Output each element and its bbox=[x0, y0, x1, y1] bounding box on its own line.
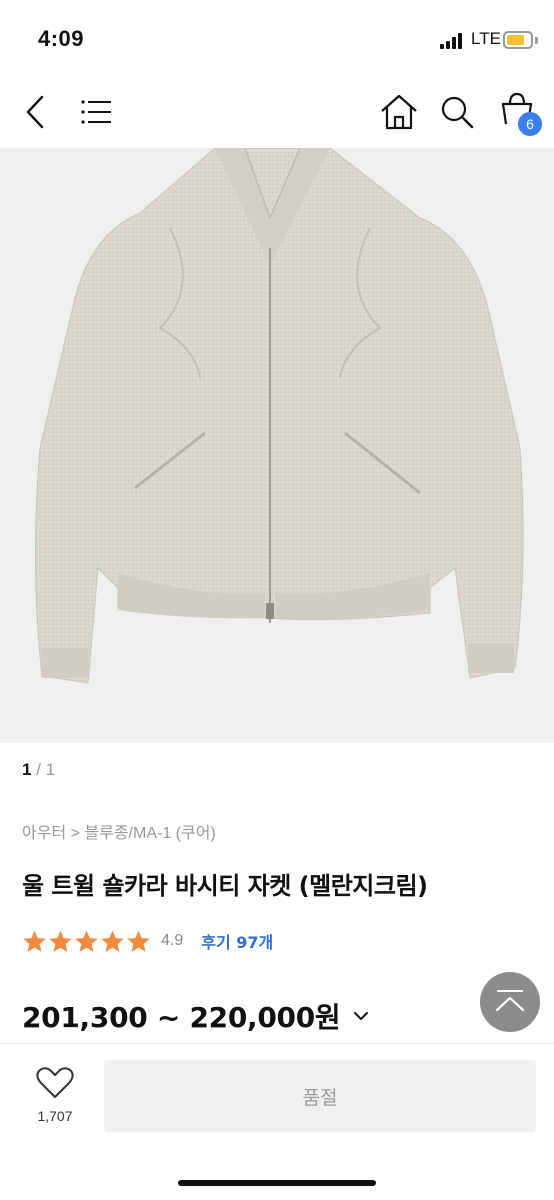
like-count: 1,707 bbox=[37, 1108, 73, 1124]
signal-icon bbox=[440, 33, 464, 49]
home-button[interactable] bbox=[378, 90, 420, 134]
price-range: 201,300 ~ 220,000원 bbox=[22, 1001, 341, 1034]
cart-button[interactable]: 6 bbox=[494, 88, 546, 144]
chevron-left-icon bbox=[26, 95, 44, 129]
home-icon bbox=[381, 94, 417, 130]
star-icon bbox=[23, 930, 46, 952]
chevron-down-icon bbox=[354, 1012, 369, 1020]
network-label: LTE bbox=[471, 29, 501, 48]
arrow-up-icon bbox=[495, 990, 525, 1012]
star-icon bbox=[75, 930, 98, 952]
star-icon bbox=[49, 930, 72, 952]
star-icon bbox=[101, 930, 124, 952]
review-count-link[interactable]: 후기 97개 bbox=[201, 929, 273, 953]
product-title: 울 트윌 숄카라 바시티 자켓 (멜란지크림) bbox=[22, 872, 428, 900]
like-button[interactable]: 1,707 bbox=[20, 1062, 90, 1136]
cart-count-badge: 6 bbox=[518, 112, 542, 136]
bottom-bar-divider bbox=[0, 1043, 554, 1044]
pager-total: / 1 bbox=[31, 760, 56, 779]
scroll-top-button[interactable] bbox=[480, 972, 540, 1032]
hamburger-menu-icon bbox=[81, 100, 111, 124]
heart-outline-icon bbox=[36, 1067, 74, 1098]
top-nav-bar: 6 bbox=[0, 80, 554, 148]
back-button[interactable] bbox=[18, 90, 58, 134]
rating-row: 4.9 후기 97개 bbox=[22, 926, 273, 956]
price-row[interactable]: 201,300 ~ 220,000원 bbox=[22, 996, 370, 1036]
star-icon bbox=[127, 930, 150, 952]
image-pager: 1 / 1 bbox=[22, 760, 55, 780]
jacket-photo bbox=[34, 148, 524, 684]
battery-icon bbox=[503, 31, 533, 49]
battery-cap bbox=[535, 37, 538, 44]
menu-button[interactable] bbox=[76, 92, 116, 132]
product-image[interactable] bbox=[0, 148, 554, 743]
search-icon bbox=[441, 96, 474, 129]
home-indicator bbox=[178, 1180, 376, 1186]
search-button[interactable] bbox=[436, 90, 478, 134]
rating-stars bbox=[22, 929, 152, 954]
status-time: 4:09 bbox=[38, 26, 85, 51]
soldout-button[interactable]: 품절 bbox=[104, 1060, 536, 1132]
rating-value: 4.9 bbox=[161, 932, 184, 949]
category-breadcrumb[interactable]: 아우터 > 블루종/MA-1 (쿠어) bbox=[22, 819, 216, 843]
status-bar: 4:09 LTE bbox=[0, 0, 554, 80]
